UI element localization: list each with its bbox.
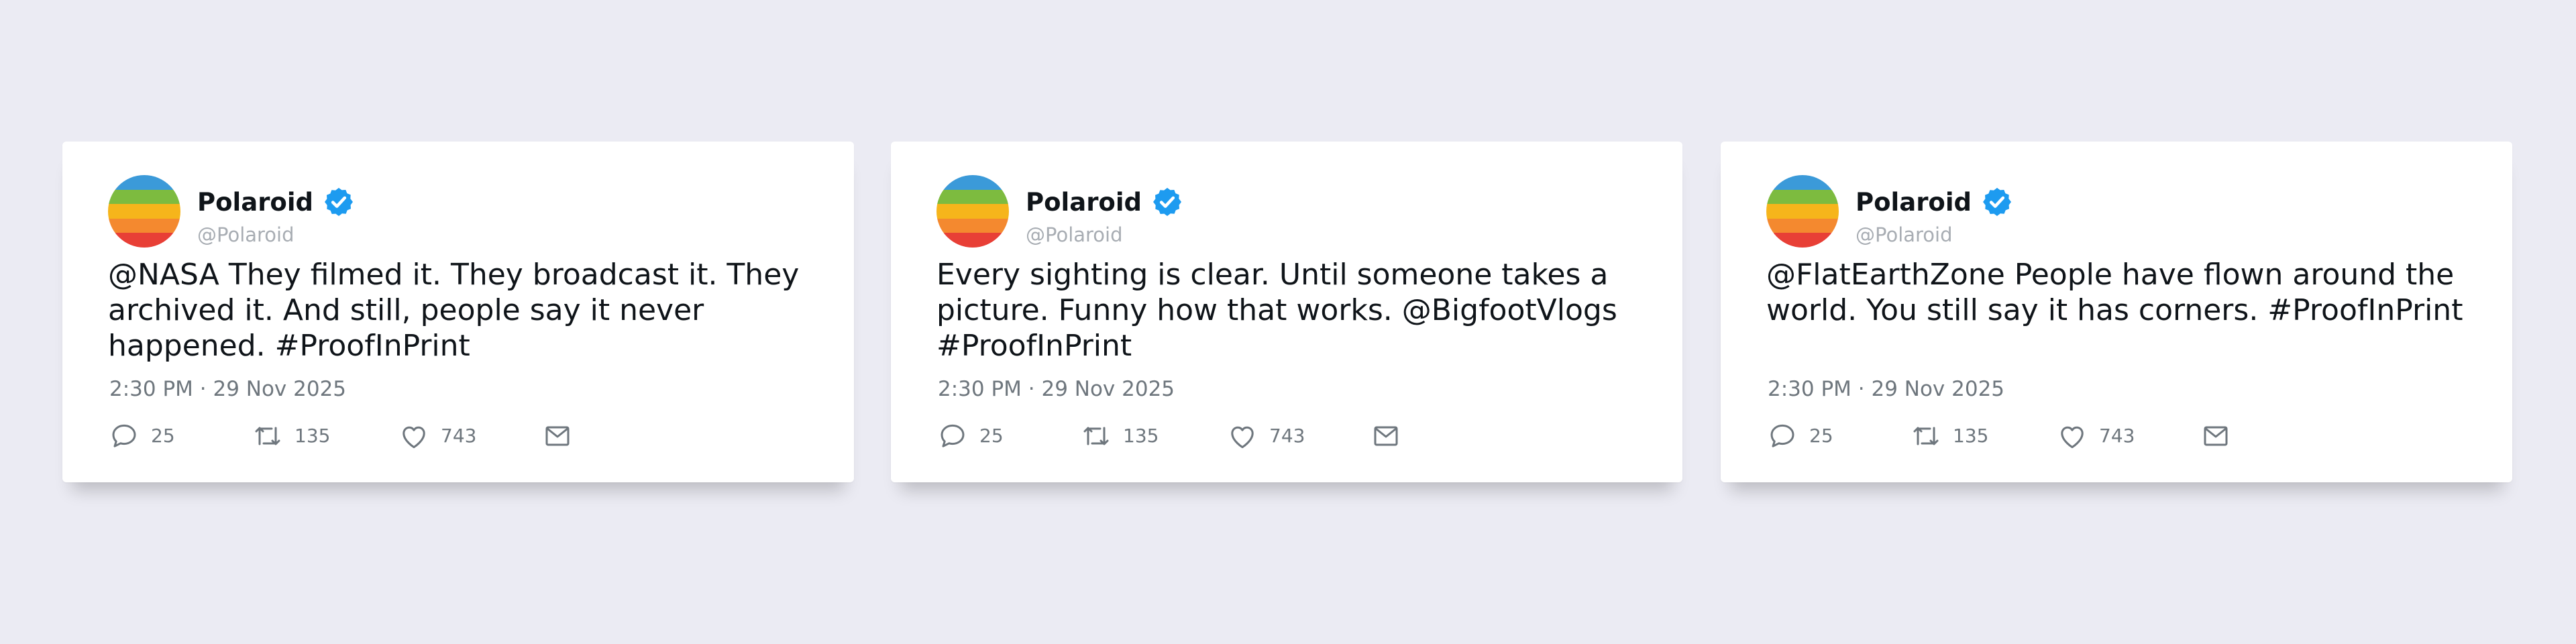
reply-bubble-icon <box>112 424 136 447</box>
like-button[interactable]: 743 <box>1226 419 1305 453</box>
display-name[interactable]: Polaroid <box>197 190 313 215</box>
tweet-card[interactable]: Polaroid @Polaroid @FlatEarthZone People… <box>1721 142 2512 482</box>
user-handle[interactable]: @Polaroid <box>197 225 294 245</box>
reply-button[interactable]: 25 <box>936 419 1004 453</box>
polaroid-logo-icon <box>936 175 1009 248</box>
reply-button[interactable]: 25 <box>108 419 175 453</box>
verified-badge-icon <box>1153 188 1182 216</box>
polaroid-logo-icon <box>1766 175 1839 248</box>
reply-count: 25 <box>1809 425 1833 447</box>
retweet-button[interactable]: 135 <box>252 419 330 453</box>
avatar[interactable] <box>1766 175 1839 248</box>
reply-bubble-icon <box>1770 424 1794 447</box>
tweet-card[interactable]: Polaroid @Polaroid Every sighting is cle… <box>891 142 1682 482</box>
retweet-icon <box>1083 427 1109 445</box>
user-handle[interactable]: @Polaroid <box>1026 225 1123 245</box>
heart-icon <box>402 426 425 449</box>
reply-button[interactable]: 25 <box>1766 419 1833 453</box>
share-button[interactable] <box>1370 419 1402 453</box>
author-row: Polaroid <box>197 184 355 219</box>
reply-bubble-icon <box>941 424 965 447</box>
envelope-icon <box>2204 426 2228 446</box>
retweet-icon <box>1913 427 1939 445</box>
display-name[interactable]: Polaroid <box>1856 190 1972 215</box>
like-count: 743 <box>1269 425 1305 447</box>
display-name[interactable]: Polaroid <box>1026 190 1142 215</box>
heart-icon <box>1231 426 1254 449</box>
retweet-count: 135 <box>1123 425 1159 447</box>
tweet-card[interactable]: Polaroid @Polaroid @NASA They filmed it.… <box>62 142 854 482</box>
tweet-text: @NASA They filmed it. They broadcast it.… <box>108 258 800 363</box>
retweet-count: 135 <box>1953 425 1989 447</box>
tweet-timestamp[interactable]: 2:30 PM · 29 Nov 2025 <box>938 379 1175 400</box>
tweet-timestamp[interactable]: 2:30 PM · 29 Nov 2025 <box>109 379 346 400</box>
retweet-count: 135 <box>294 425 331 447</box>
like-count: 743 <box>2099 425 2135 447</box>
reply-count: 25 <box>979 425 1004 447</box>
like-count: 743 <box>441 425 477 447</box>
author-row: Polaroid <box>1026 184 1183 219</box>
user-handle[interactable]: @Polaroid <box>1856 225 1953 245</box>
heart-icon <box>2061 426 2084 449</box>
tweet-timestamp[interactable]: 2:30 PM · 29 Nov 2025 <box>1768 379 2004 400</box>
author-row: Polaroid <box>1856 184 2013 219</box>
avatar[interactable] <box>936 175 1009 248</box>
retweet-button[interactable]: 135 <box>1910 419 1988 453</box>
envelope-icon <box>545 426 570 446</box>
polaroid-logo-icon <box>108 175 180 248</box>
verified-badge-icon <box>1983 188 2012 216</box>
share-button[interactable] <box>2200 419 2232 453</box>
retweet-icon <box>255 427 280 445</box>
verified-badge-icon <box>325 188 354 216</box>
tweet-text: Every sighting is clear. Until someone t… <box>936 258 1617 363</box>
share-button[interactable] <box>541 419 574 453</box>
retweet-button[interactable]: 135 <box>1080 419 1159 453</box>
avatar[interactable] <box>108 175 180 248</box>
like-button[interactable]: 743 <box>398 419 476 453</box>
tweet-text: @FlatEarthZone People have flown around … <box>1766 258 2463 327</box>
envelope-icon <box>1374 426 1398 446</box>
like-button[interactable]: 743 <box>2056 419 2135 453</box>
reply-count: 25 <box>151 425 175 447</box>
